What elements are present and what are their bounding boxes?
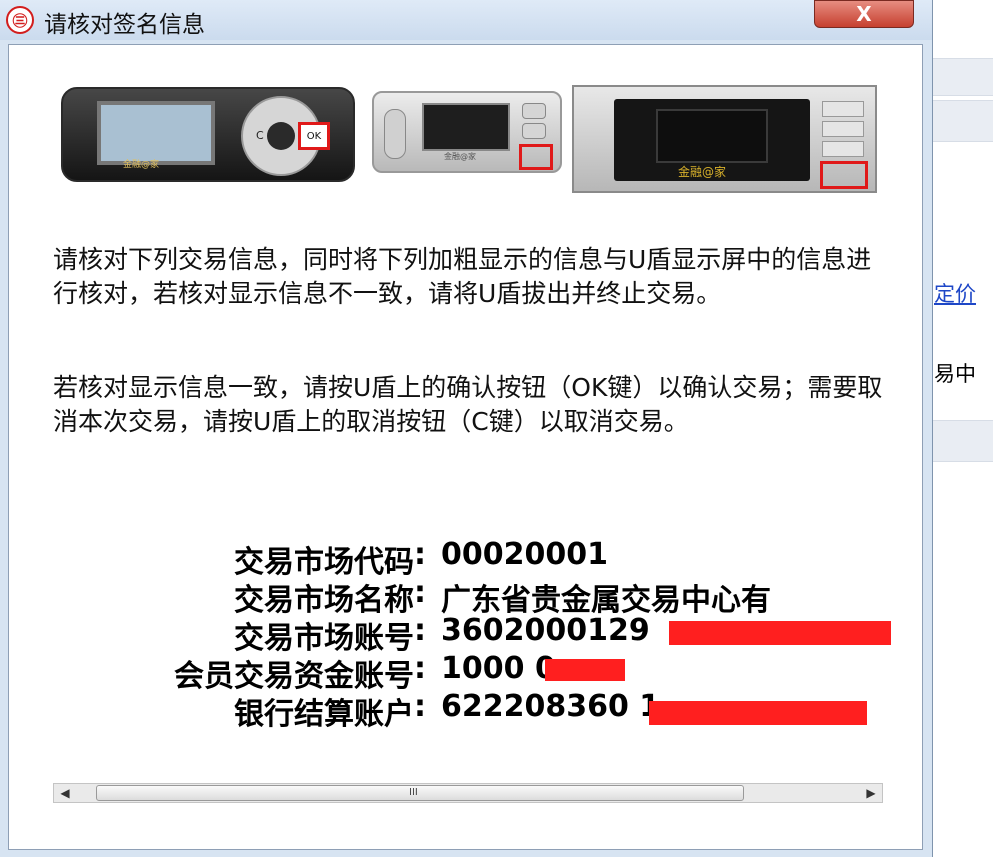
device-screen bbox=[422, 103, 510, 151]
redaction-mark bbox=[669, 621, 891, 645]
info-colon: : bbox=[414, 689, 426, 724]
device-knob bbox=[384, 109, 406, 159]
device-brand-label: 金融@家 bbox=[123, 160, 160, 170]
horizontal-scrollbar[interactable]: ◀ III ▶ bbox=[53, 783, 883, 803]
device-button bbox=[822, 141, 864, 157]
bg-price-link[interactable]: 定价 bbox=[934, 278, 976, 308]
device-screen bbox=[97, 101, 215, 165]
scrollbar-grip-icon: III bbox=[409, 787, 418, 798]
device-brand-label: 金融@家 bbox=[444, 152, 476, 161]
device-button bbox=[822, 101, 864, 117]
redaction-mark bbox=[545, 659, 625, 681]
device-button bbox=[522, 123, 546, 139]
info-value: 00020001 bbox=[441, 537, 608, 572]
bank-logo-icon: ㊂ bbox=[6, 6, 34, 34]
cancel-key-label: C bbox=[256, 129, 264, 142]
instruction-paragraph-verify: 请核对下列交易信息，同时将下列加粗显示的信息与U盾显示屏中的信息进行核对，若核对… bbox=[53, 245, 872, 308]
info-colon: : bbox=[414, 575, 426, 610]
ok-key-highlight: OK bbox=[298, 122, 330, 150]
usb-key-device-silver-image: 金融@家 bbox=[372, 91, 562, 173]
device-button bbox=[822, 121, 864, 137]
info-value: 3602000129 bbox=[441, 613, 650, 648]
sign-verify-dialog: ㊂ 请核对签名信息 X 金融@家 C OK 金融@家 金融@家 请核对下列交易信… bbox=[0, 0, 933, 857]
scroll-left-arrow-icon[interactable]: ◀ bbox=[56, 785, 74, 801]
info-value: 1000 0 bbox=[441, 651, 556, 686]
info-value: 622208360 1 bbox=[441, 689, 661, 724]
dialog-title: 请核对签名信息 bbox=[44, 12, 205, 38]
device-brand-label: 金融@家 bbox=[678, 165, 727, 179]
usb-key-device-gray-image: 金融@家 bbox=[572, 85, 877, 193]
device-button bbox=[522, 103, 546, 119]
bg-trade-center-text: 易中 bbox=[934, 362, 976, 386]
info-colon: : bbox=[414, 537, 426, 572]
info-colon: : bbox=[414, 651, 426, 686]
instruction-paragraph-confirm: 若核对显示信息一致，请按U盾上的确认按钮（OK键）以确认交易；需要取消本次交易，… bbox=[53, 373, 883, 436]
info-colon: : bbox=[414, 613, 426, 648]
scrollbar-thumb[interactable]: III bbox=[96, 785, 744, 801]
ok-key-highlight bbox=[519, 144, 553, 170]
device-face: 金融@家 bbox=[614, 99, 810, 181]
ok-key-highlight bbox=[820, 161, 868, 189]
usb-key-device-dpad-image: 金融@家 C OK bbox=[61, 87, 355, 182]
info-label: 银行结算账户 bbox=[234, 697, 414, 732]
device-screen bbox=[656, 109, 768, 163]
dialog-content: 金融@家 C OK 金融@家 金融@家 请核对下列交易信息，同时将下列加粗显示的… bbox=[8, 44, 923, 850]
redaction-mark bbox=[649, 701, 867, 725]
title-bar[interactable]: ㊂ 请核对签名信息 X bbox=[0, 0, 932, 40]
scroll-right-arrow-icon[interactable]: ▶ bbox=[862, 785, 880, 801]
close-button[interactable]: X bbox=[814, 0, 914, 28]
